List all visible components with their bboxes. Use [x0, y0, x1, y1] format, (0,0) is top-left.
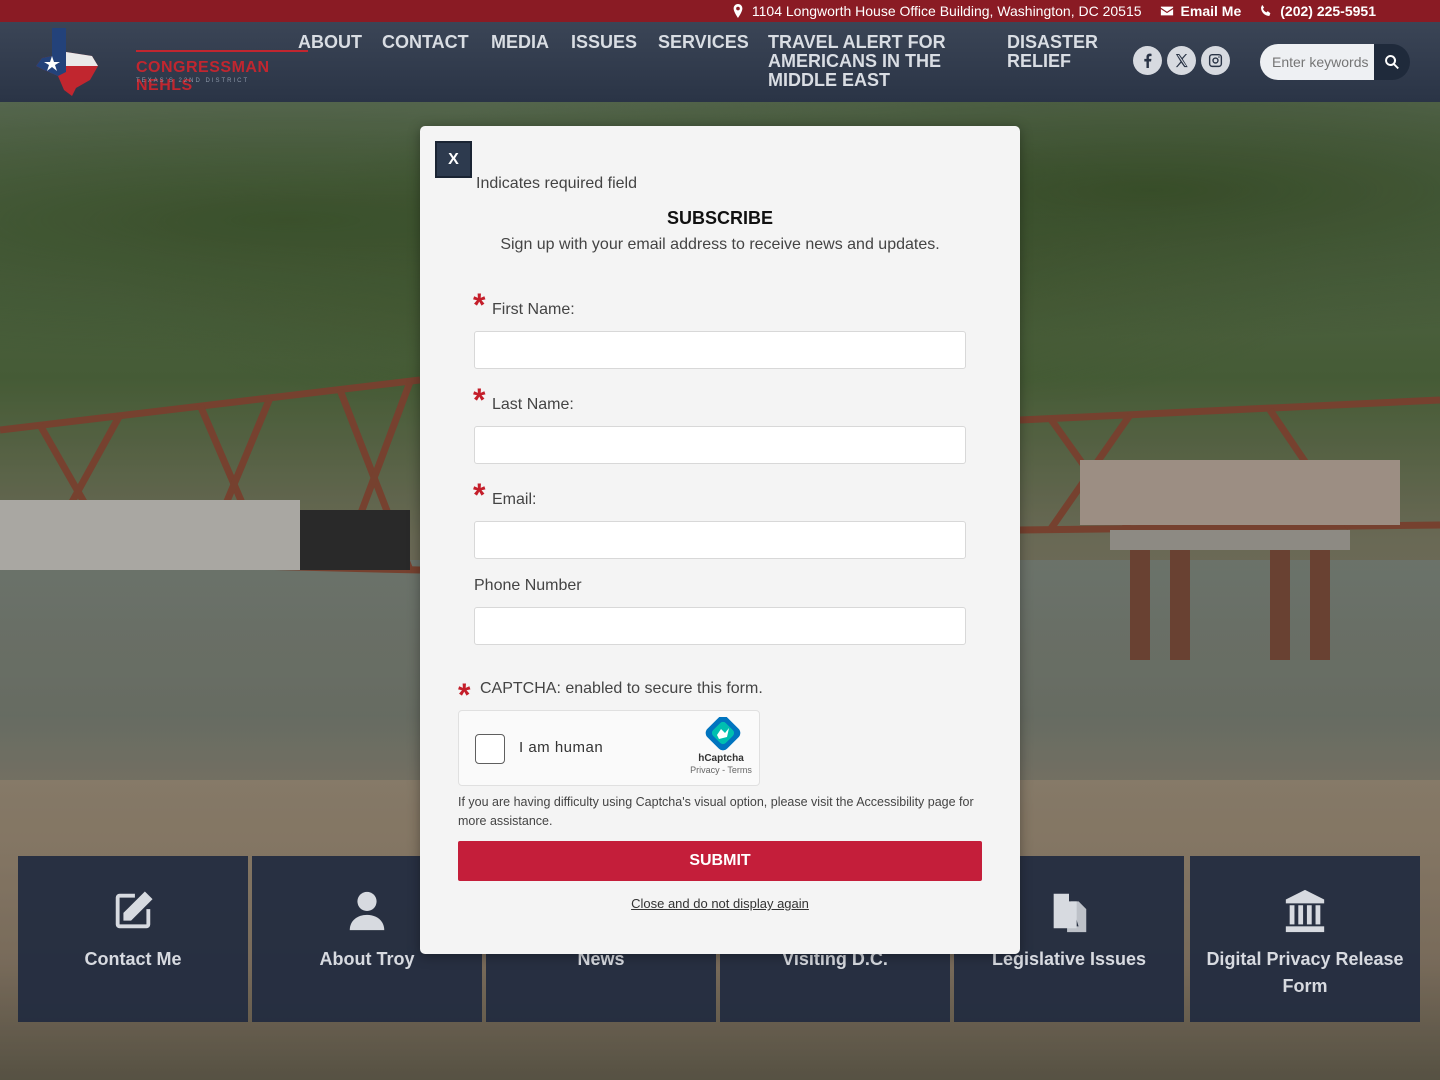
last-name-label: Last Name:	[492, 396, 574, 413]
first-name-input[interactable]	[474, 331, 966, 369]
captcha-checkbox[interactable]	[475, 734, 505, 764]
nav-media[interactable]: MEDIA	[491, 33, 549, 52]
captcha-label: CAPTCHA: enabled to secure this form.	[480, 680, 763, 697]
captcha-help-text: If you are having difficulty using Captc…	[458, 795, 974, 828]
social-links	[1133, 46, 1230, 75]
tile-contact-me[interactable]: Contact Me	[18, 856, 248, 1022]
close-modal-button[interactable]: X	[435, 141, 472, 178]
captcha-checkbox-label: I am human	[519, 739, 604, 756]
texas-flag-logo-icon	[36, 28, 98, 96]
email-me-label: Email Me	[1180, 3, 1242, 19]
logo-text: CONGRESSMAN NEHLS	[136, 59, 270, 94]
close-do-not-display-link[interactable]: Close and do not display again	[420, 896, 1020, 911]
logo-subtext: TEXAS'S 22ND DISTRICT	[136, 78, 250, 84]
submit-button[interactable]: SUBMIT	[458, 841, 982, 881]
envelope-icon	[1160, 6, 1173, 16]
email-input[interactable]	[474, 521, 966, 559]
instagram-icon	[1208, 53, 1223, 68]
institution-icon	[1285, 889, 1325, 933]
site-logo[interactable]: CONGRESSMAN NEHLS TEXAS'S 22ND DISTRICT	[32, 26, 308, 98]
subscribe-description: Sign up with your email address to recei…	[500, 236, 940, 253]
required-asterisk-icon: *	[458, 677, 471, 713]
x-link[interactable]	[1167, 46, 1196, 75]
phone-number: (202) 225-5951	[1280, 3, 1376, 19]
user-icon	[349, 891, 385, 931]
phone-number-label: Phone Number	[474, 577, 582, 594]
phone-link[interactable]: (202) 225-5951	[1259, 3, 1376, 19]
nav-contact[interactable]: CONTACT	[382, 33, 469, 52]
hcaptcha-widget: I am human hCaptcha Privacy - Terms	[458, 710, 760, 786]
facebook-link[interactable]	[1133, 46, 1162, 75]
instagram-link[interactable]	[1201, 46, 1230, 75]
tile-digital-privacy-release-form[interactable]: Digital Privacy Release Form	[1190, 856, 1420, 1022]
edit-icon	[115, 891, 153, 929]
search-icon	[1385, 55, 1399, 70]
nav-about[interactable]: ABOUT	[298, 33, 362, 52]
email-label: Email:	[492, 491, 537, 508]
top-contact-bar: 1104 Longworth House Office Building, Wa…	[0, 0, 1440, 22]
email-me-link[interactable]: Email Me	[1160, 3, 1242, 19]
nav-services[interactable]: SERVICES	[658, 33, 749, 52]
tile-label: Contact Me	[84, 949, 182, 969]
site-header: CONGRESSMAN NEHLS TEXAS'S 22ND DISTRICT …	[0, 22, 1440, 102]
hcaptcha-logo-icon	[705, 717, 741, 751]
facebook-icon	[1144, 53, 1152, 68]
required-asterisk-icon: *	[473, 382, 486, 418]
search-button[interactable]	[1374, 44, 1410, 80]
logo-rule	[136, 50, 308, 52]
subscribe-title: SUBSCRIBE	[666, 208, 773, 228]
search-input[interactable]	[1260, 44, 1374, 80]
map-pin-icon	[733, 4, 743, 18]
last-name-input[interactable]	[474, 426, 966, 464]
required-field-note: Indicates required field	[476, 175, 637, 192]
tile-label: Digital Privacy Release Form	[1206, 949, 1404, 996]
clipboard-icon	[1053, 893, 1087, 933]
nav-issues[interactable]: ISSUES	[571, 33, 637, 52]
required-asterisk-icon: *	[473, 287, 486, 323]
phone-icon	[1261, 4, 1271, 16]
hcaptcha-brand: hCaptcha	[698, 753, 744, 764]
x-icon	[1175, 53, 1188, 68]
required-asterisk-icon: *	[473, 477, 486, 513]
phone-number-input[interactable]	[474, 607, 966, 645]
hcaptcha-privacy-terms-link[interactable]: Privacy - Terms	[679, 765, 763, 775]
site-search	[1260, 44, 1410, 80]
first-name-label: First Name:	[492, 301, 575, 318]
nav-disaster-relief[interactable]: DISASTER RELIEF	[1007, 33, 1117, 71]
address-text: 1104 Longworth House Office Building, Wa…	[751, 3, 1142, 19]
subscribe-modal: X Indicates required field SUBSCRIBE Sig…	[420, 126, 1020, 954]
nav-travel-alert[interactable]: TRAVEL ALERT FOR AMERICANS IN THE MIDDLE…	[768, 33, 988, 90]
address-item: 1104 Longworth House Office Building, Wa…	[731, 3, 1142, 19]
